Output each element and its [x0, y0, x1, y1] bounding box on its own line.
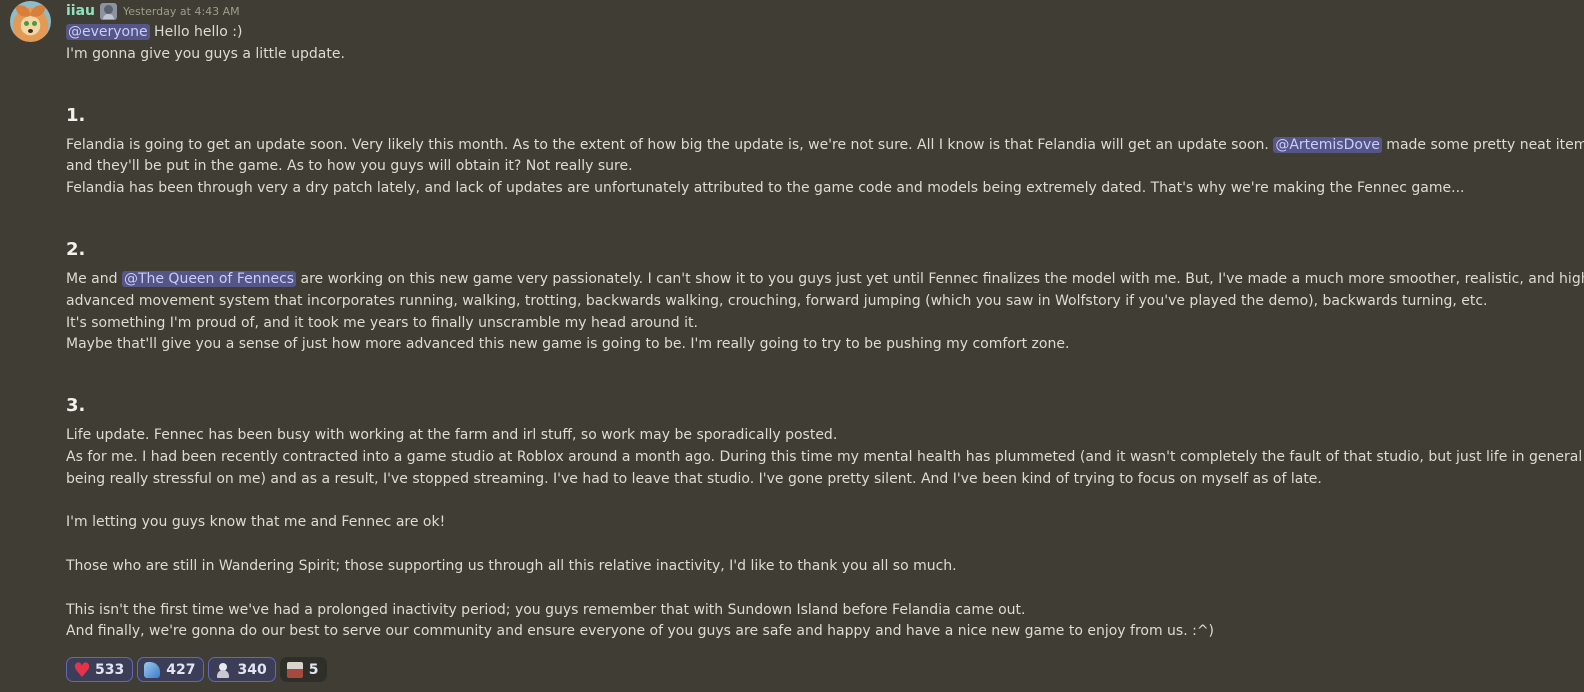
username[interactable]: iiau [66, 3, 95, 19]
section2-paragraph1-line2: advanced movement system that incorporat… [66, 292, 1488, 309]
greeting-line: @everyone Hello hello :) [66, 22, 1536, 44]
message-content: @everyone Hello hello :) I'm gonna give … [66, 22, 1584, 643]
reaction-wolf[interactable]: 427 [137, 657, 205, 682]
section3-paragraph6: And finally, we're gonna do our best to … [66, 623, 1215, 640]
reaction-count: 427 [166, 661, 196, 678]
gear-badge-icon[interactable] [100, 2, 118, 20]
section1-paragraph2: Felandia has been through very a dry pat… [66, 180, 1465, 197]
section2-paragraph1: Me and @The Queen of Fennecs are working… [66, 269, 1584, 291]
section1-paragraph1: Felandia is going to get an update soon.… [66, 135, 1584, 157]
section-heading-1: 1. [66, 104, 86, 126]
section1-paragraph1-line2: and they'll be put in the game. As to ho… [66, 158, 633, 175]
section-heading-2: 2. [66, 238, 86, 260]
reaction-heart[interactable]: 533 [66, 657, 134, 682]
avatar-eye-right [32, 21, 37, 26]
section2-text-after-mention: are working on this new game very passio… [296, 270, 1584, 287]
message-timestamp[interactable]: Yesterday at 4:43 AM [123, 5, 240, 18]
avatar-eye-left [24, 21, 29, 26]
avatar-nose [28, 29, 33, 33]
heart-icon [73, 658, 91, 682]
section2-text-before-mention: Me and [66, 270, 122, 287]
intro-line: I'm gonna give you guys a little update. [66, 45, 345, 62]
greeting-text: Hello hello :) [149, 24, 243, 40]
section2-paragraph3: Maybe that'll give you a sense of just h… [66, 336, 1070, 353]
section3-paragraph5: This isn't the first time we've had a pr… [66, 601, 1026, 618]
mention-queen-of-fennecs[interactable]: @The Queen of Fennecs [121, 270, 297, 287]
figure-emoji-icon [215, 662, 231, 678]
wolf-emoji-icon [144, 661, 161, 678]
reactions-bar: 533 427 340 5 [66, 657, 328, 682]
section3-paragraph2-line1: As for me. I had been recently contracte… [66, 448, 1583, 465]
reaction-picture[interactable]: 5 [279, 657, 328, 682]
reaction-count: 340 [237, 661, 267, 678]
reaction-count: 5 [308, 661, 319, 678]
section2-paragraph2: It's something I'm proud of, and it took… [66, 314, 698, 331]
avatar-ear-left [14, 2, 32, 20]
section3-paragraph4: Those who are still in Wandering Spirit;… [66, 557, 957, 574]
reaction-count: 533 [95, 661, 125, 678]
picture-emoji-icon [286, 661, 303, 678]
reaction-figure[interactable]: 340 [208, 657, 276, 682]
section1-text-before-mention: Felandia is going to get an update soon.… [66, 136, 1274, 153]
section3-paragraph1: Life update. Fennec has been busy with w… [66, 427, 838, 444]
section3-paragraph3: I'm letting you guys know that me and Fe… [66, 514, 446, 531]
mention-artemisdove[interactable]: @ArtemisDove [1273, 136, 1382, 153]
section3-paragraph2-line2: being really stressful on me) and as a r… [66, 470, 1322, 487]
avatar-ear-right [29, 2, 47, 20]
section1-text-after-mention: made some pretty neat items [1381, 136, 1584, 153]
mention-everyone[interactable]: @everyone [66, 24, 150, 40]
user-avatar[interactable] [10, 1, 51, 42]
message-header: iiau Yesterday at 4:43 AM [66, 2, 240, 20]
section-heading-3: 3. [66, 395, 86, 417]
